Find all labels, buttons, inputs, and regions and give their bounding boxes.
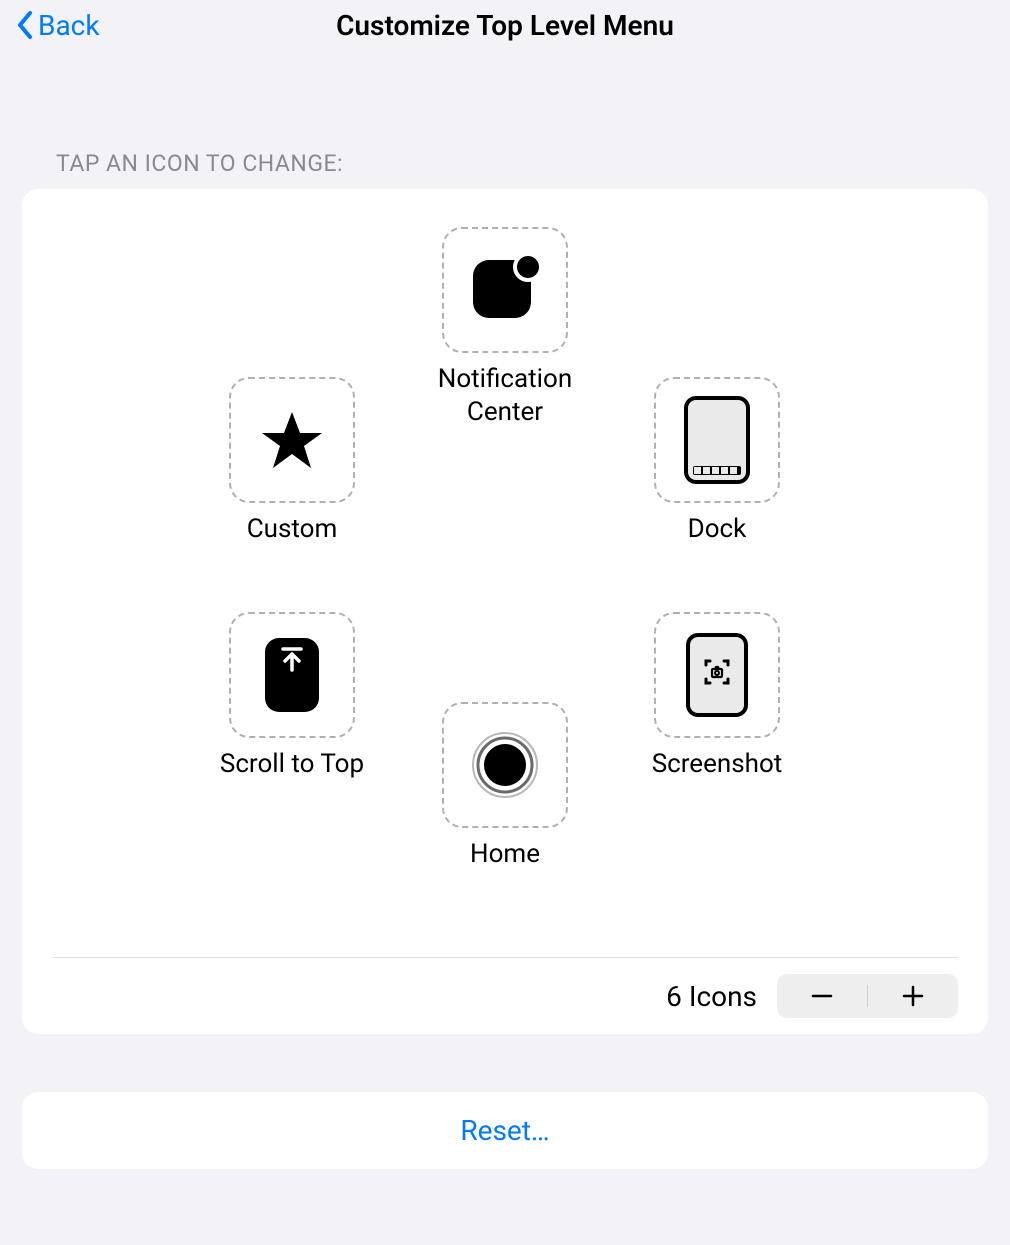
icon-slot-dock[interactable] — [654, 377, 780, 503]
icon-count-stepper — [777, 974, 958, 1018]
star-icon — [260, 408, 324, 472]
icon-slot-custom[interactable] — [229, 377, 355, 503]
icon-count-label: 6 Icons — [666, 980, 757, 1013]
back-button[interactable]: Back — [16, 9, 100, 42]
icon-slot-home[interactable] — [442, 702, 568, 828]
icon-item-custom: Custom — [197, 377, 387, 546]
icon-item-dock: Dock — [622, 377, 812, 546]
icon-label: Notification Center — [410, 363, 600, 428]
icon-item-home: Home — [410, 702, 600, 871]
reset-label: Reset… — [460, 1114, 549, 1147]
plus-icon — [901, 984, 925, 1008]
scroll-to-top-icon — [263, 636, 321, 714]
stepper-increment-button[interactable] — [868, 974, 958, 1018]
chevron-left-icon — [16, 10, 34, 40]
icon-item-notification-center: Notification Center — [410, 227, 600, 428]
icon-slot-screenshot[interactable] — [654, 612, 780, 738]
page-title: Customize Top Level Menu — [336, 9, 674, 42]
icon-label: Screenshot — [622, 748, 812, 781]
section-header: TAP AN ICON TO CHANGE: — [56, 150, 1010, 177]
icon-slot-notification-center[interactable] — [442, 227, 568, 353]
icon-label: Home — [410, 838, 600, 871]
icon-card: Notification Center Custom — [22, 189, 988, 1034]
icon-label: Dock — [622, 513, 812, 546]
notification-center-icon — [465, 250, 545, 330]
screenshot-icon — [684, 631, 750, 719]
reset-button[interactable]: Reset… — [22, 1092, 988, 1169]
icon-item-screenshot: Screenshot — [622, 612, 812, 781]
home-icon — [470, 730, 540, 800]
icon-item-scroll-to-top: Scroll to Top — [197, 612, 387, 781]
dock-icon — [682, 394, 752, 486]
icon-label: Custom — [197, 513, 387, 546]
minus-icon — [810, 984, 834, 1008]
card-footer: 6 Icons — [52, 957, 958, 1034]
icon-slot-scroll-to-top[interactable] — [229, 612, 355, 738]
stepper-decrement-button[interactable] — [777, 974, 867, 1018]
icon-grid: Notification Center Custom — [22, 227, 988, 957]
nav-bar: Back Customize Top Level Menu — [0, 0, 1010, 50]
icon-label: Scroll to Top — [197, 748, 387, 781]
back-label: Back — [38, 9, 100, 42]
